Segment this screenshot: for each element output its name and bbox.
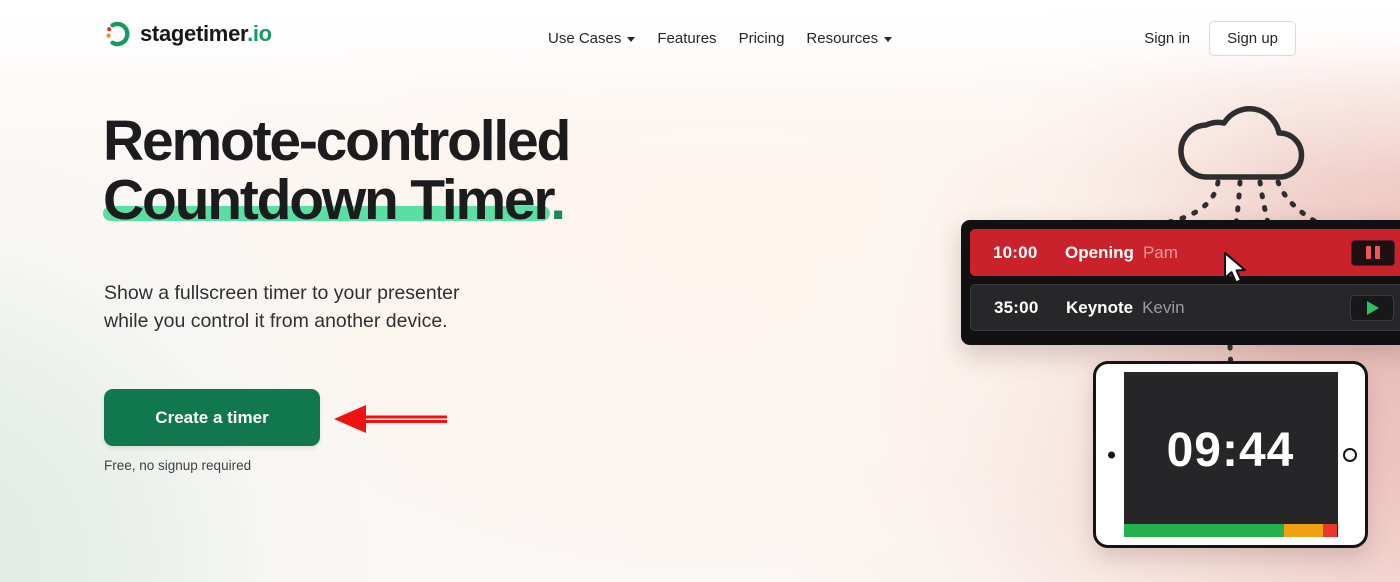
chevron-down-icon xyxy=(627,37,636,42)
progress-segment-green xyxy=(1123,524,1284,537)
logo-name: stagetimer xyxy=(140,21,248,46)
nav-item-resources[interactable]: Resources xyxy=(795,26,903,51)
timer-row-keynote[interactable]: 35:00 Keynote Kevin xyxy=(970,284,1400,331)
play-icon xyxy=(1367,300,1379,315)
timer-row-time: 35:00 xyxy=(994,297,1039,317)
logo[interactable]: stagetimer.io xyxy=(103,20,272,48)
logo-text: stagetimer.io xyxy=(140,21,272,47)
pause-icon-bar xyxy=(1366,246,1371,259)
timer-row-opening[interactable]: 10:00 Opening Pam xyxy=(970,229,1400,276)
main-navigation: Use Cases Features Pricing Resources xyxy=(537,26,903,51)
progress-segment-red xyxy=(1322,524,1338,537)
tablet-device: 09:44 xyxy=(1093,361,1368,548)
timer-row-title: Opening xyxy=(1065,242,1134,262)
tablet-screen: 09:44 xyxy=(1123,372,1338,537)
hero-subtitle: Show a fullscreen timer to your presente… xyxy=(104,280,460,335)
sign-up-button[interactable]: Sign up xyxy=(1209,21,1296,56)
headline-line-2: Countdown Timer. xyxy=(103,167,569,232)
cloud-outline-icon xyxy=(1178,105,1305,180)
nav-label-use-cases: Use Cases xyxy=(548,30,622,47)
chevron-down-icon xyxy=(884,37,893,42)
headline-line-2-text: Countdown Timer xyxy=(103,167,552,232)
subtitle-line-2: while you control it from another device… xyxy=(104,309,448,332)
sign-in-link[interactable]: Sign in xyxy=(1140,24,1194,53)
timer-controller-card: 10:00 Opening Pam 35:00 Keynote Kevin xyxy=(961,220,1400,345)
progress-segment-orange xyxy=(1284,524,1323,537)
nav-item-features[interactable]: Features xyxy=(646,26,727,51)
headline-period: . xyxy=(550,167,566,232)
hero-section: Remote-controlled Countdown Timer. xyxy=(103,109,571,232)
fullscreen-timer-value: 09:44 xyxy=(1166,424,1295,477)
subtitle-line-1: Show a fullscreen timer to your presente… xyxy=(104,282,460,304)
stagetimer-arc-icon xyxy=(103,20,131,48)
site-header: stagetimer.io Use Cases Features Pricing… xyxy=(0,0,1400,74)
cta-group: Create a timer Free, no signup required xyxy=(104,389,320,473)
nav-label-features: Features xyxy=(657,30,717,47)
create-timer-button[interactable]: Create a timer xyxy=(104,389,320,446)
hero-illustration: 10:00 Opening Pam 35:00 Keynote Kevin 09… xyxy=(940,70,1400,582)
pause-button[interactable] xyxy=(1351,239,1395,266)
camera-dot-icon xyxy=(1108,451,1115,458)
nav-label-resources: Resources xyxy=(806,30,879,47)
mouse-pointer-cursor xyxy=(1223,251,1249,290)
landing-page: stagetimer.io Use Cases Features Pricing… xyxy=(0,0,1400,582)
nav-item-pricing[interactable]: Pricing xyxy=(728,26,796,51)
timer-row-speaker: Pam xyxy=(1142,242,1178,262)
auth-actions: Sign in Sign up xyxy=(1140,21,1296,56)
pause-icon-bar xyxy=(1375,246,1380,259)
headline-line-1: Remote-controlled xyxy=(103,109,571,173)
nav-label-pricing: Pricing xyxy=(738,30,785,47)
timer-row-time: 10:00 xyxy=(993,242,1038,262)
home-button-icon xyxy=(1343,447,1357,462)
page-title: Remote-controlled Countdown Timer. xyxy=(103,109,571,232)
logo-tld: .io xyxy=(247,21,272,46)
cta-note: Free, no signup required xyxy=(104,458,252,473)
timer-progress-bar xyxy=(1123,524,1338,537)
timer-row-speaker: Kevin xyxy=(1142,297,1185,317)
nav-item-use-cases[interactable]: Use Cases xyxy=(537,26,646,51)
play-button[interactable] xyxy=(1350,294,1394,321)
timer-row-title: Keynote xyxy=(1066,297,1134,317)
red-left-arrow-annotation xyxy=(332,404,448,439)
